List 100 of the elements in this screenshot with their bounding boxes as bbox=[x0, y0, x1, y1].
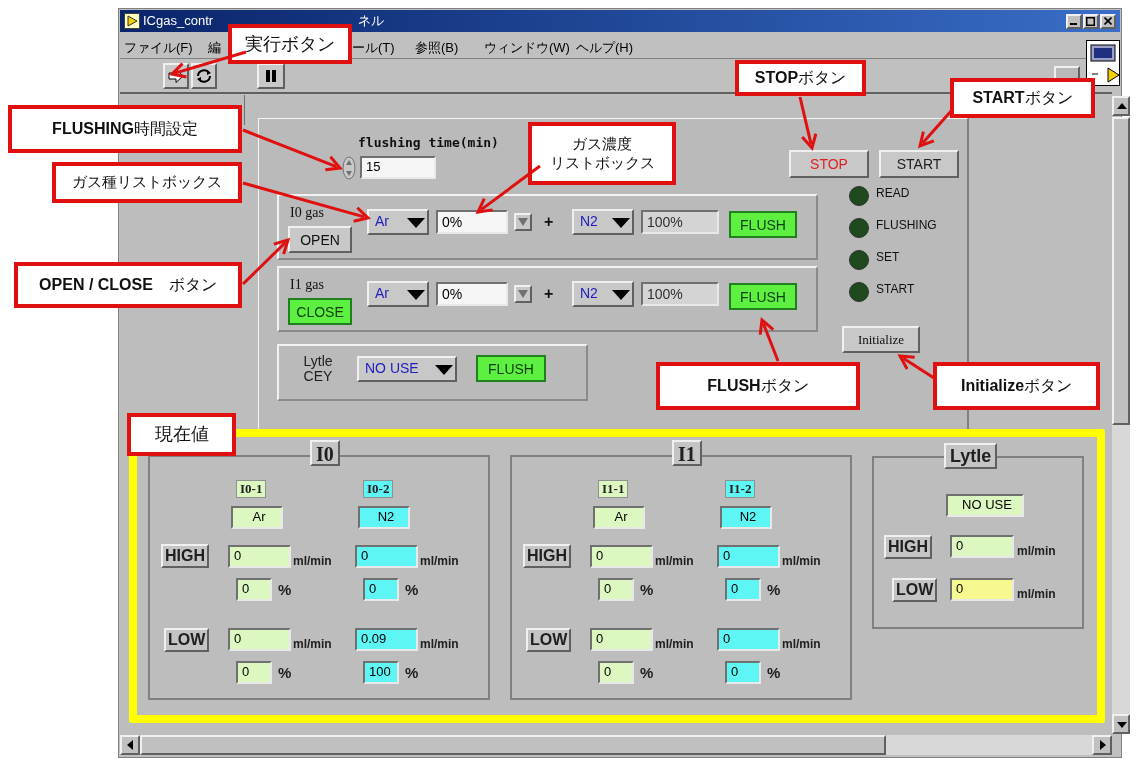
channel-name: I1-2 bbox=[725, 480, 756, 498]
unit-label: % bbox=[405, 663, 419, 683]
menu-item[interactable]: 参照(B) bbox=[415, 38, 459, 58]
scroll-left-button[interactable] bbox=[120, 735, 140, 755]
callout-label: Initializeボタン bbox=[960, 376, 1073, 396]
menu-item[interactable]: ール(T) bbox=[352, 38, 395, 58]
flushing-time-field[interactable]: 15 bbox=[360, 156, 436, 179]
minimize-icon bbox=[1070, 23, 1077, 25]
maximize-icon bbox=[1086, 17, 1095, 26]
down-arrow-icon bbox=[1117, 722, 1127, 728]
flush-button[interactable]: FLUSH bbox=[729, 211, 797, 238]
window-minimize-button[interactable] bbox=[1066, 14, 1082, 29]
percent-field: 100 bbox=[363, 661, 399, 684]
unit-label: % bbox=[767, 663, 781, 683]
unit-label: % bbox=[405, 580, 419, 600]
indicator-label: START bbox=[876, 281, 915, 298]
callout-label: OPEN / CLOSE ボタン bbox=[39, 275, 217, 295]
gas-name-field: Ar bbox=[231, 506, 283, 529]
run-continuously-button[interactable] bbox=[191, 63, 217, 89]
gas-type-dropdown[interactable]: Ar bbox=[367, 281, 429, 307]
dropdown-arrow-icon bbox=[518, 218, 528, 226]
row-label: LOW bbox=[892, 578, 938, 602]
channel-name: I0-1 bbox=[236, 480, 267, 498]
menu-item[interactable]: 編 bbox=[208, 38, 221, 58]
plus-sign: + bbox=[544, 212, 554, 232]
unit-label: ml/min bbox=[420, 636, 459, 653]
menu-item[interactable]: ヘルプ(H) bbox=[576, 38, 634, 58]
group-title: Lytle bbox=[944, 443, 998, 469]
callout-label: FLUSHボタン bbox=[707, 376, 809, 396]
flow-field: 0 bbox=[717, 628, 780, 651]
unit-label: ml/min bbox=[782, 553, 821, 570]
flow-field: 0 bbox=[228, 545, 291, 568]
dropdown-arrow-icon bbox=[612, 218, 630, 228]
callout-label: STOPボタン bbox=[754, 68, 847, 88]
gas-line-label: I1 gas bbox=[290, 276, 324, 294]
valve-button[interactable]: CLOSE bbox=[288, 298, 352, 325]
callout-label: ガス種リストボックス bbox=[72, 173, 222, 192]
callout-label: 現在値 bbox=[154, 423, 209, 446]
unit-label: % bbox=[640, 663, 654, 683]
unit-label: % bbox=[278, 663, 292, 683]
scrollbar-thumb[interactable] bbox=[140, 735, 886, 755]
percent-field: 0 bbox=[725, 578, 761, 601]
right-arrow-icon bbox=[1100, 740, 1106, 750]
valve-button[interactable]: OPEN bbox=[288, 226, 352, 253]
pause-icon bbox=[265, 70, 277, 82]
gas-name-field: Ar bbox=[593, 506, 645, 529]
window-maximize-button[interactable] bbox=[1083, 14, 1099, 29]
spinner-arrows-icon[interactable] bbox=[342, 156, 356, 180]
group-title: I1 bbox=[672, 440, 702, 466]
dropdown-arrow-icon bbox=[435, 365, 453, 375]
gas-name-field: N2 bbox=[358, 506, 410, 529]
percent-field: 0 bbox=[598, 661, 634, 684]
gas-type-dropdown[interactable]: N2 bbox=[572, 281, 634, 307]
concentration-field[interactable]: 0% bbox=[436, 210, 508, 234]
start-button[interactable]: START bbox=[879, 150, 959, 178]
concentration-dropdown-button[interactable] bbox=[514, 213, 532, 231]
callout-label: リストボックス bbox=[549, 153, 655, 173]
scroll-up-button[interactable] bbox=[1112, 96, 1130, 116]
play-arrow-icon bbox=[124, 13, 140, 29]
plus-sign: + bbox=[544, 284, 554, 304]
flow-field: 0 bbox=[228, 628, 291, 651]
indicator-label: SET bbox=[876, 249, 900, 266]
gas-type-dropdown[interactable]: N2 bbox=[572, 209, 634, 235]
concentration-field[interactable]: 0% bbox=[436, 282, 508, 306]
concentration-dropdown-button[interactable] bbox=[514, 285, 532, 303]
flush-button[interactable]: FLUSH bbox=[476, 355, 546, 382]
channel-name: I0-2 bbox=[363, 480, 394, 498]
row-label: HIGH bbox=[161, 544, 209, 568]
row-label: LOW bbox=[164, 628, 210, 652]
flow-field: 0.09 bbox=[355, 628, 418, 651]
unit-label: % bbox=[278, 580, 292, 600]
scrollbar-thumb[interactable] bbox=[1112, 117, 1130, 425]
gas-type-dropdown[interactable]: NO USE bbox=[357, 356, 457, 382]
dropdown-arrow-icon bbox=[407, 218, 425, 228]
window-title: ネル bbox=[358, 12, 384, 30]
lytle-line-label: Lytle CEY bbox=[302, 354, 334, 384]
unit-label: % bbox=[767, 580, 781, 600]
dropdown-arrow-icon bbox=[407, 290, 425, 300]
unit-label: ml/min bbox=[782, 636, 821, 653]
menu-item[interactable]: ファイル(F) bbox=[124, 38, 193, 58]
indicator-label: FLUSHING bbox=[876, 217, 937, 234]
concentration-field: 100% bbox=[641, 210, 719, 234]
scroll-down-button[interactable] bbox=[1112, 714, 1130, 734]
flow-field: 0 bbox=[717, 545, 780, 568]
close-icon bbox=[1104, 17, 1112, 25]
left-arrow-icon bbox=[127, 740, 133, 750]
window-title: ICgas_contr bbox=[143, 12, 214, 30]
pause-button[interactable] bbox=[257, 63, 285, 89]
initialize-button[interactable]: Initialize bbox=[842, 326, 920, 353]
unit-label: ml/min bbox=[1017, 543, 1056, 560]
scroll-right-button[interactable] bbox=[1092, 735, 1112, 755]
window-close-button[interactable] bbox=[1100, 14, 1116, 29]
right-arrow-icon bbox=[168, 69, 184, 83]
unit-label: ml/min bbox=[655, 636, 694, 653]
flush-button[interactable]: FLUSH bbox=[729, 283, 797, 310]
unit-label: ml/min bbox=[293, 553, 332, 570]
gas-type-dropdown[interactable]: Ar bbox=[367, 209, 429, 235]
flow-field: 0 bbox=[590, 545, 653, 568]
row-label: LOW bbox=[526, 628, 572, 652]
menu-item[interactable]: ウィンドウ(W) bbox=[484, 38, 570, 58]
